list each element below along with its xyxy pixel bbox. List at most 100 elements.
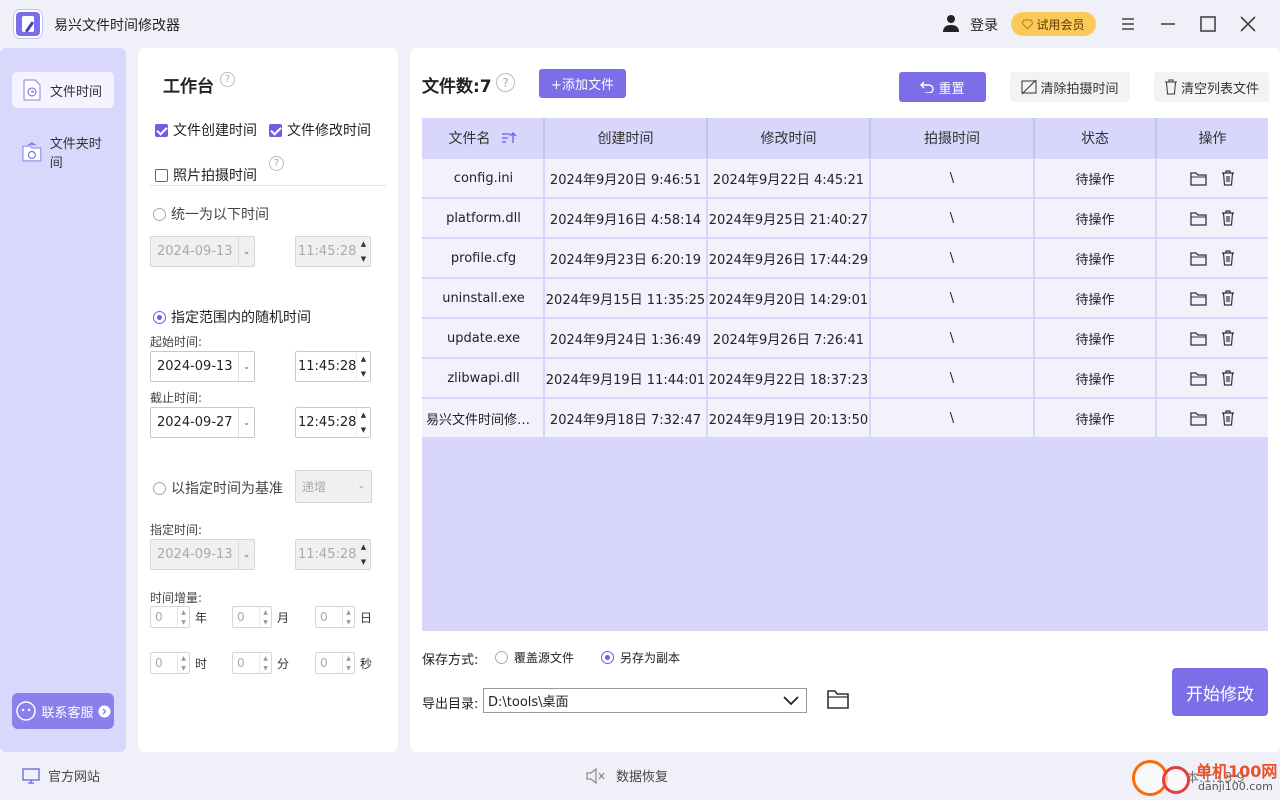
unified-time-input[interactable]: 11:45:28 ▲ ▼ (295, 236, 371, 267)
spin-down-icon[interactable]: ▼ (178, 617, 189, 627)
no-image-icon (1021, 79, 1037, 95)
trash-icon[interactable] (1221, 290, 1235, 306)
sort-icon[interactable] (501, 132, 517, 144)
add-file-button[interactable]: +添加文件 (539, 69, 626, 98)
spin-up-icon[interactable]: ▲ (343, 607, 354, 617)
clear-list-button[interactable]: 清空列表文件 (1154, 72, 1269, 102)
nav-item-file-time[interactable]: 文件时间 (12, 72, 114, 108)
help-icon[interactable]: ? (269, 156, 284, 171)
specified-date-picker[interactable]: 2024-09-13 ⌄ (150, 539, 255, 570)
mode-random-radio[interactable]: 指定范围内的随机时间 (153, 307, 311, 327)
nav-item-folder-time[interactable]: 文件夹时间 (12, 134, 114, 171)
spin-down-icon[interactable]: ▼ (357, 367, 370, 382)
specified-time-input[interactable]: 11:45:28 ▲ ▼ (295, 539, 371, 570)
spin-down-icon[interactable]: ▼ (178, 663, 189, 673)
spin-up-icon[interactable]: ▲ (178, 607, 189, 617)
increment-hour-input[interactable]: 0 ▲ ▼ (150, 652, 190, 674)
mode-base-radio[interactable]: 以指定时间为基准 (153, 478, 283, 498)
column-header-modified[interactable]: 修改时间 (708, 118, 871, 158)
increment-minute-input[interactable]: 0 ▲ ▼ (232, 652, 272, 674)
table-row[interactable]: uninstall.exe 2024年9月15日 11:35:25 2024年9月2… (422, 279, 1268, 317)
column-header-actions: 操作 (1198, 131, 1227, 147)
shot-time-cell: \ (871, 399, 1035, 437)
user-icon[interactable] (942, 14, 960, 32)
start-modify-button[interactable]: 开始修改 (1172, 668, 1268, 716)
maximize-icon[interactable] (1196, 12, 1220, 36)
reset-button[interactable]: 重置 (899, 72, 986, 102)
help-icon[interactable]: ? (496, 73, 515, 92)
spin-down-icon[interactable]: ▼ (260, 617, 271, 627)
modify-time-checkbox[interactable]: 文件修改时间 (269, 120, 371, 140)
spin-down-icon[interactable]: ▼ (260, 663, 271, 673)
increment-year-input[interactable]: 0 ▲ ▼ (150, 606, 190, 628)
spin-up-icon[interactable]: ▲ (357, 540, 370, 555)
folder-icon[interactable] (1190, 331, 1207, 346)
spin-down-icon[interactable]: ▼ (343, 663, 354, 673)
folder-icon[interactable] (1190, 291, 1207, 306)
data-recovery-link[interactable]: 数据恢复 (586, 766, 668, 785)
main-panel: 文件数:7 ? +添加文件 重置 清除拍摄时间 清空列表文件 文件名 创建时间 … (410, 48, 1280, 752)
folder-icon[interactable] (1190, 371, 1207, 386)
increment-second-input[interactable]: 0 ▲ ▼ (315, 652, 355, 674)
table-row[interactable]: zlibwapi.dll 2024年9月19日 11:44:01 2024年9月22… (422, 359, 1268, 397)
spin-up-icon[interactable]: ▲ (343, 653, 354, 663)
trash-icon[interactable] (1221, 410, 1235, 426)
folder-open-icon[interactable] (826, 688, 850, 710)
trash-icon[interactable] (1221, 330, 1235, 346)
column-header-filename[interactable]: 文件名 (422, 118, 545, 158)
trash-icon[interactable] (1221, 370, 1235, 386)
export-dir-value: D:\tools\桌面 (488, 695, 569, 710)
folder-icon[interactable] (1190, 251, 1207, 266)
unified-date-picker[interactable]: 2024-09-13 ⌄ (150, 236, 255, 267)
folder-icon[interactable] (1190, 171, 1207, 186)
spin-up-icon[interactable]: ▲ (178, 653, 189, 663)
column-header-shot[interactable]: 拍摄时间 (871, 118, 1035, 158)
data-recovery-label: 数据恢复 (616, 770, 669, 785)
spin-down-icon[interactable]: ▼ (357, 555, 370, 570)
spin-up-icon[interactable]: ▲ (357, 408, 370, 423)
spin-down-icon[interactable]: ▼ (357, 252, 370, 267)
table-row[interactable]: 易兴文件时间修改器... 2024年9月18日 7:32:47 2024年9月19日… (422, 399, 1268, 437)
contact-service-button[interactable]: 联系客服 (12, 693, 114, 729)
login-link[interactable]: 登录 (970, 15, 998, 35)
trash-icon[interactable] (1221, 210, 1235, 226)
official-site-link[interactable]: 官方网站 (22, 766, 100, 785)
menu-icon[interactable] (1116, 12, 1140, 36)
column-header-status[interactable]: 状态 (1035, 118, 1157, 158)
close-icon[interactable] (1236, 12, 1260, 36)
status-cell-text: 待操作 (1075, 212, 1115, 228)
start-date-picker[interactable]: 2024-09-13 ⌄ (150, 351, 255, 382)
spin-up-icon[interactable]: ▲ (357, 237, 370, 252)
start-time-input[interactable]: 11:45:28 ▲ ▼ (295, 351, 371, 382)
help-icon[interactable]: ? (220, 72, 235, 87)
end-date-picker[interactable]: 2024-09-27 ⌄ (150, 407, 255, 438)
mode-unified-radio[interactable]: 统一为以下时间 (153, 204, 269, 224)
clear-photo-time-button[interactable]: 清除拍摄时间 (1010, 72, 1130, 102)
spin-up-icon[interactable]: ▲ (260, 607, 271, 617)
minimize-icon[interactable] (1156, 12, 1180, 36)
spin-down-icon[interactable]: ▼ (343, 617, 354, 627)
table-row[interactable]: update.exe 2024年9月24日 1:36:49 2024年9月26日 7… (422, 319, 1268, 357)
status-cell: 待操作 (1035, 359, 1157, 397)
table-row[interactable]: config.ini 2024年9月20日 9:46:51 2024年9月22日 4… (422, 159, 1268, 197)
photo-time-checkbox[interactable]: 照片拍摄时间 (155, 165, 257, 185)
folder-icon[interactable] (1190, 411, 1207, 426)
trash-icon[interactable] (1221, 250, 1235, 266)
table-row[interactable]: profile.cfg 2024年9月23日 6:20:19 2024年9月26日 … (422, 239, 1268, 277)
column-header-created[interactable]: 创建时间 (545, 118, 708, 158)
increment-month-input[interactable]: 0 ▲ ▼ (232, 606, 272, 628)
table-row[interactable]: platform.dll 2024年9月16日 4:58:14 2024年9月25日… (422, 199, 1268, 237)
folder-icon[interactable] (1190, 211, 1207, 226)
spin-up-icon[interactable]: ▲ (357, 352, 370, 367)
trial-member-button[interactable]: 试用会员 (1011, 12, 1096, 36)
spin-up-icon[interactable]: ▲ (260, 653, 271, 663)
trash-icon[interactable] (1221, 170, 1235, 186)
base-mode-select[interactable]: 递增 ⌄ (295, 470, 372, 503)
export-dir-select[interactable]: D:\tools\桌面 (483, 688, 807, 713)
create-time-checkbox[interactable]: 文件创建时间 (155, 120, 257, 140)
save-copy-radio[interactable]: 另存为副本 (601, 649, 680, 666)
save-overwrite-radio[interactable]: 覆盖源文件 (495, 649, 574, 666)
end-time-input[interactable]: 12:45:28 ▲ ▼ (295, 407, 371, 438)
spin-down-icon[interactable]: ▼ (357, 423, 370, 438)
increment-day-input[interactable]: 0 ▲ ▼ (315, 606, 355, 628)
